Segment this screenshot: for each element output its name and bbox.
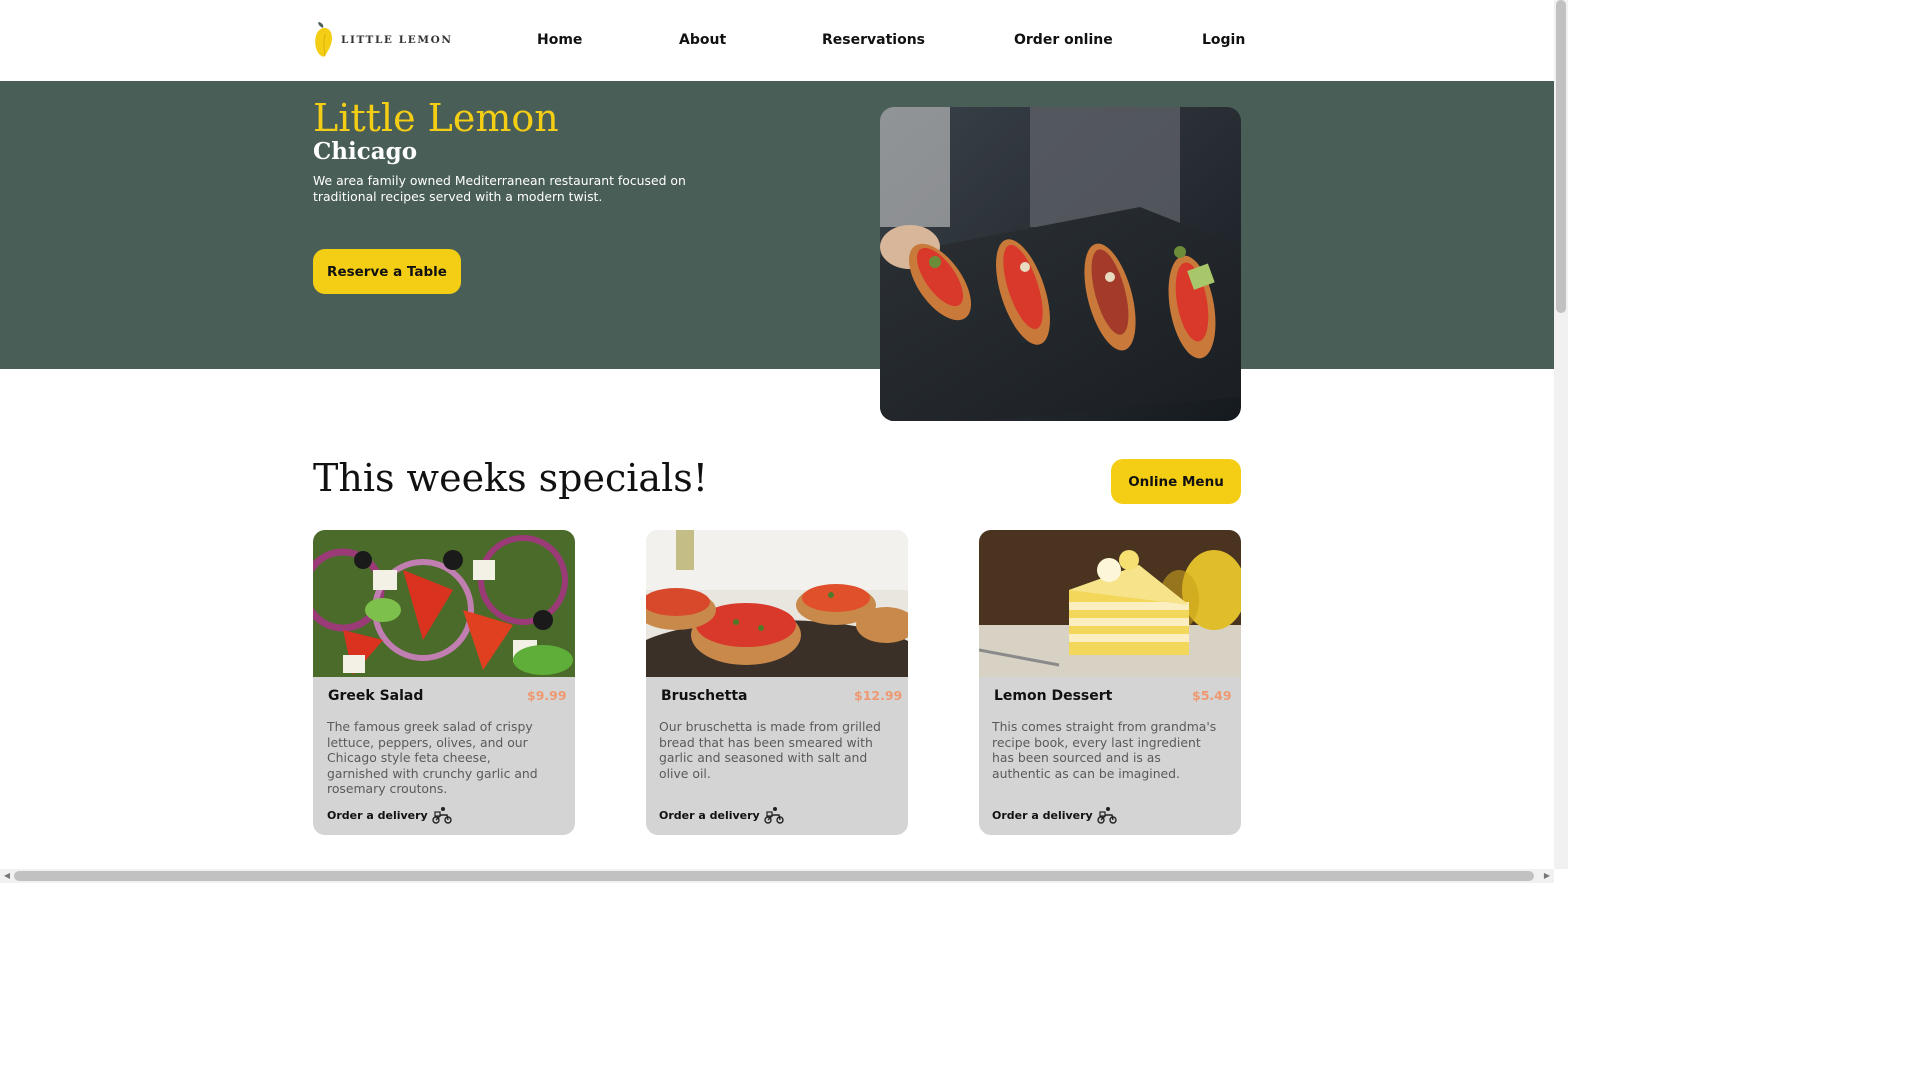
reserve-table-button[interactable]: Reserve a Table xyxy=(313,249,461,294)
nav-home-link[interactable]: Home xyxy=(537,32,582,48)
lemon-dessert-photo xyxy=(979,530,1241,677)
special-price-greek-salad: $9.99 xyxy=(527,688,567,703)
greek-salad-photo xyxy=(313,530,575,677)
scooter-delivery-icon xyxy=(1097,807,1117,824)
order-delivery-label: Order a delivery xyxy=(327,808,428,822)
special-description-bruschetta: Our bruschetta is made from grilled brea… xyxy=(659,719,881,781)
top-navigation: LITTLE LEMON Home About Reservations Ord… xyxy=(0,0,1554,81)
order-delivery-label: Order a delivery xyxy=(659,808,760,822)
scooter-delivery-icon xyxy=(764,807,784,824)
scroll-right-arrow-icon[interactable]: ▶ xyxy=(1540,869,1554,883)
scooter-delivery-icon xyxy=(432,807,452,824)
bruschetta-photo xyxy=(646,530,908,677)
nav-reservations-link[interactable]: Reservations xyxy=(822,32,925,48)
order-delivery-link-bruschetta[interactable]: Order a delivery xyxy=(659,805,784,825)
lemon-logo-icon xyxy=(315,22,332,57)
nav-about-link[interactable]: About xyxy=(679,32,726,48)
bruschetta-platter-photo xyxy=(880,107,1241,421)
hero-image xyxy=(880,107,1241,421)
special-name-bruschetta: Bruschetta xyxy=(661,688,748,704)
specials-heading: This weeks specials! xyxy=(313,456,708,500)
special-price-lemon-dessert: $5.49 xyxy=(1192,688,1232,703)
hero-description: We area family owned Mediterranean resta… xyxy=(313,173,686,204)
special-name-lemon-dessert: Lemon Dessert xyxy=(994,688,1113,704)
hero-section xyxy=(0,81,1554,369)
special-description-greek-salad: The famous greek salad of crispy lettuce… xyxy=(327,719,538,796)
hero-title: Little Lemon xyxy=(313,96,559,140)
hero-subtitle: Chicago xyxy=(313,138,418,165)
vertical-scrollbar-thumb[interactable] xyxy=(1556,0,1566,313)
special-description-lemon-dessert: This comes straight from grandma's recip… xyxy=(992,719,1217,781)
scroll-left-arrow-icon[interactable]: ◀ xyxy=(0,869,14,883)
horizontal-scrollbar-thumb[interactable] xyxy=(14,871,1534,881)
brand-logo[interactable]: LITTLE LEMON xyxy=(313,22,453,58)
order-delivery-label: Order a delivery xyxy=(992,808,1093,822)
online-menu-button[interactable]: Online Menu xyxy=(1111,459,1241,504)
special-name-greek-salad: Greek Salad xyxy=(328,688,424,704)
brand-name: LITTLE LEMON xyxy=(341,34,453,46)
nav-login-link[interactable]: Login xyxy=(1202,32,1245,48)
order-delivery-link-lemon-dessert[interactable]: Order a delivery xyxy=(992,805,1117,825)
nav-order-online-link[interactable]: Order online xyxy=(1014,32,1113,48)
special-card-lemon-dessert[interactable] xyxy=(979,530,1241,835)
special-price-bruschetta: $12.99 xyxy=(854,688,903,703)
special-card-bruschetta[interactable] xyxy=(646,530,908,835)
order-delivery-link-greek-salad[interactable]: Order a delivery xyxy=(327,805,452,825)
